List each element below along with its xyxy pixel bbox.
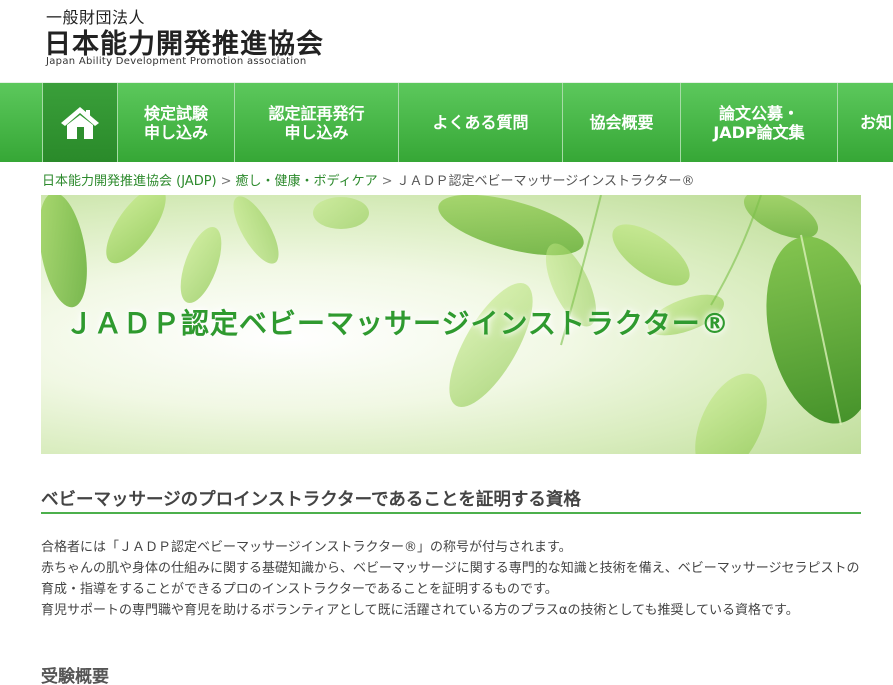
breadcrumb-link-home[interactable]: 日本能力開発推進協会 (JADP) (42, 174, 217, 189)
nav-label: 検定試験 (143, 103, 208, 123)
global-nav: 検定試験 申し込み 認定証再発行 申し込み よくある質問 協会概要 論文公募・ JAD… (0, 82, 893, 162)
nav-about[interactable]: 協会概要 (562, 83, 680, 162)
house-icon (61, 106, 99, 139)
nav-news[interactable]: お知 (837, 83, 893, 162)
breadcrumb: 日本能力開発推進協会 (JADP) > 癒し・健康・ボディケア > ＪＡＤＰ認定ベビーマ… (42, 170, 695, 189)
breadcrumb-current: ＪＡＤＰ認定ベビーマッサージインストラクター® (396, 174, 695, 189)
nav-label: 論文公募・ (718, 103, 799, 123)
section-title: ベビーマッサージのプロインストラクターであることを証明する資格 (41, 486, 861, 514)
nav-exam-apply[interactable]: 検定試験 申し込み (117, 83, 234, 162)
nav-certificate-reissue[interactable]: 認定証再発行 申し込み (234, 83, 398, 162)
nav-label: 申し込み (143, 122, 208, 142)
paragraph: 育児サポートの専門職や育児を助けるボランティアとして既に活躍されている方のプラス… (41, 603, 799, 618)
nav-home-button[interactable] (42, 83, 117, 162)
nav-label: 申し込み (284, 122, 349, 142)
site-header: 一般財団法人 日本能力開発推進協会 Japan Ability Developm… (0, 0, 893, 82)
paragraph: 合格者には「ＪＡＤＰ認定ベビーマッサージインストラクター®」の称号が付与されます… (41, 540, 572, 555)
hero-banner: ＪＡＤＰ認定ベビーマッサージインストラクター® (41, 195, 861, 454)
exam-overview-heading: 受験概要 (41, 667, 109, 685)
nav-papers[interactable]: 論文公募・ JADP論文集 (680, 83, 837, 162)
breadcrumb-link-category[interactable]: 癒し・健康・ボディケア (236, 174, 378, 189)
paragraph: 赤ちゃんの肌や身体の仕組みに関する基礎知識から、ベビーマッサージに関する専門的な… (41, 561, 860, 597)
nav-label: JADP論文集 (713, 122, 805, 142)
nav-label: 認定証再発行 (268, 103, 365, 123)
nav-label: お知 (860, 113, 893, 132)
breadcrumb-separator: > (220, 174, 232, 189)
banner-title: ＪＡＤＰ認定ベビーマッサージインストラクター® (65, 307, 730, 340)
breadcrumb-separator: > (381, 174, 393, 189)
nav-label: よくある質問 (432, 113, 529, 132)
nav-label: 協会概要 (589, 113, 654, 132)
nav-faq[interactable]: よくある質問 (398, 83, 562, 162)
site-english-name: Japan Ability Development Promotion asso… (46, 56, 307, 67)
description-text: 合格者には「ＪＡＤＰ認定ベビーマッサージインストラクター®」の称号が付与されます… (41, 537, 861, 621)
